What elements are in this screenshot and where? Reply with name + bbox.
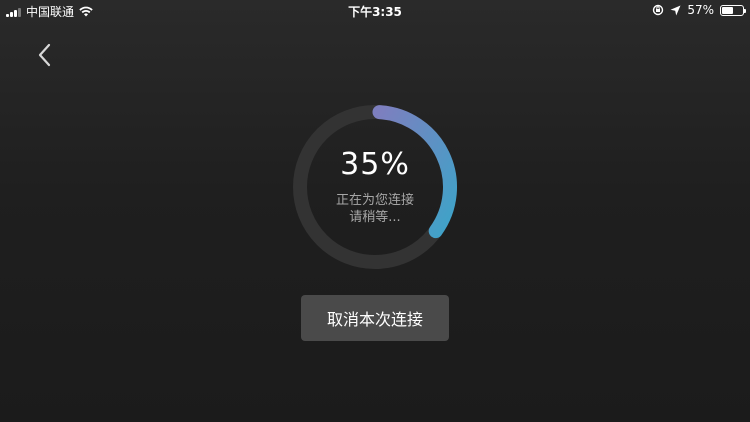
battery-level [722,6,733,14]
status-bar: 中国联通 下午3:35 57% [0,0,750,22]
cancel-connection-button[interactable]: 取消本次连接 [301,295,449,341]
progress-message: 正在为您连接 请稍等... [336,192,414,226]
chevron-left-icon [38,43,51,67]
location-arrow-icon [670,5,681,15]
status-time: 下午3:35 [348,5,402,19]
progress-percent: 35% [340,147,410,182]
battery-icon [720,4,746,16]
screen-lock-rotation-icon [653,4,664,16]
battery-percent: 57% [687,3,714,17]
connecting-screen: 中国联通 下午3:35 57% 35% 正在为您连接 请稍等... 取消本次连接 [0,0,750,422]
progress-message-line2: 请稍等... [349,210,401,225]
progress-text: 35% 正在为您连接 请稍等... [290,102,460,272]
back-button[interactable] [30,40,60,70]
connection-progress: 35% 正在为您连接 请稍等... [290,102,460,272]
status-right: 57% [652,3,746,17]
progress-message-line1: 正在为您连接 [335,193,414,208]
